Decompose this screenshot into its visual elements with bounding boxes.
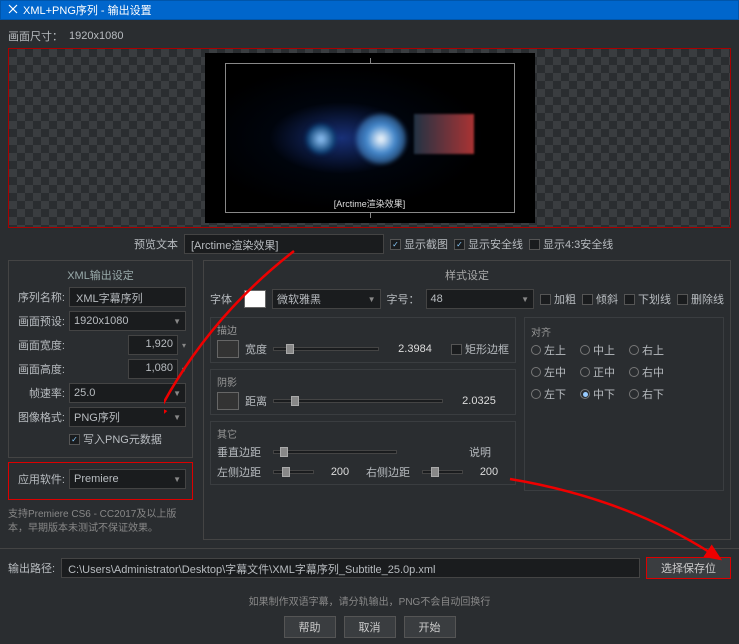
xml-settings-title: XML输出设定 (15, 267, 186, 283)
choose-save-button[interactable]: 选择保存位 (646, 557, 731, 579)
stroke-color-swatch[interactable] (217, 340, 239, 358)
font-size-select[interactable]: 48▼ (426, 289, 535, 309)
app-icon (7, 3, 19, 18)
strike-checkbox[interactable]: 删除线 (677, 291, 724, 307)
font-label: 字体 (210, 291, 238, 307)
fps-select[interactable]: 25.0▼ (69, 383, 186, 403)
underline-checkbox[interactable]: 下划线 (624, 291, 671, 307)
preview-text-label: 预览文本 (8, 236, 178, 252)
align-tc-radio[interactable]: 中上 (580, 342, 615, 358)
style-title: 样式设定 (210, 267, 724, 283)
align-tl-radio[interactable]: 左上 (531, 342, 566, 358)
write-png-meta-checkbox[interactable]: ✓写入PNG元数据 (69, 431, 162, 447)
shadow-color-swatch[interactable] (217, 392, 239, 410)
align-mc-radio[interactable]: 正中 (580, 364, 615, 380)
rect-border-checkbox[interactable]: 矩形边框 (451, 341, 509, 357)
dimensions-label: 画面尺寸： (8, 28, 63, 44)
app-help-text: 支持Premiere CS6 - CC2017及以上版本，早期版本未测试不保证效… (8, 504, 193, 540)
footer-note: 如果制作双语字幕，请分轨输出，PNG不会自动回换行 (0, 587, 739, 614)
window-title: XML+PNG序列 - 输出设置 (23, 2, 152, 18)
align-fieldset: 对齐 左上 中上 右上 左中 正中 右中 左下 中下 右下 (524, 317, 724, 491)
preview-area: [Arctime渲染效果] (8, 48, 731, 228)
align-bc-radio[interactable]: 中下 (580, 386, 615, 402)
preview-frame: [Arctime渲染效果] (205, 53, 535, 223)
show-43-checkbox[interactable]: 显示4:3安全线 (529, 236, 613, 252)
height-input[interactable]: 1,080 (128, 359, 178, 379)
font-color-swatch[interactable] (244, 290, 266, 308)
align-mr-radio[interactable]: 右中 (629, 364, 664, 380)
align-br-radio[interactable]: 右下 (629, 386, 664, 402)
output-path-input[interactable]: C:\Users\Administrator\Desktop\字幕文件\XML字… (61, 558, 640, 578)
help-button[interactable]: 帮助 (284, 616, 336, 638)
chevron-down-icon: ▼ (368, 295, 376, 304)
bold-checkbox[interactable]: 加粗 (540, 291, 576, 307)
output-path-label: 输出路径: (8, 560, 55, 576)
style-panel: 样式设定 字体 微软雅黑▼ 字号： 48▼ 加粗 倾斜 下划线 删除线 描边 (203, 260, 731, 540)
cancel-button[interactable]: 取消 (344, 616, 396, 638)
shadow-fieldset: 阴影 距离 2.0325 (210, 369, 516, 415)
app-select[interactable]: Premiere▼ (69, 469, 186, 489)
vmargin-slider[interactable] (273, 450, 397, 454)
stroke-fieldset: 描边 宽度 2.3984 矩形边框 (210, 317, 516, 363)
chevron-down-icon: ▼ (173, 389, 181, 398)
preview-caption: [Arctime渲染效果] (334, 197, 406, 210)
shadow-distance-slider[interactable] (273, 399, 443, 403)
lmargin-slider[interactable] (273, 470, 314, 474)
show-safe-checkbox[interactable]: ✓显示安全线 (454, 236, 523, 252)
preset-select[interactable]: 1920x1080▼ (69, 311, 186, 331)
shadow-distance-value: 2.0325 (449, 395, 509, 407)
align-ml-radio[interactable]: 左中 (531, 364, 566, 380)
dimensions-value: 1920x1080 (69, 30, 123, 42)
rmargin-slider[interactable] (422, 470, 463, 474)
align-bl-radio[interactable]: 左下 (531, 386, 566, 402)
xml-settings-fieldset: XML输出设定 序列名称:XML字幕序列 画面预设:1920x1080▼ 画面宽… (8, 260, 193, 458)
font-select[interactable]: 微软雅黑▼ (272, 289, 381, 309)
titlebar: XML+PNG序列 - 输出设置 (0, 0, 739, 20)
stroke-width-value: 2.3984 (385, 343, 445, 355)
start-button[interactable]: 开始 (404, 616, 456, 638)
preview-safe-frame: [Arctime渲染效果] (225, 63, 515, 213)
stroke-width-slider[interactable] (273, 347, 379, 351)
show-crop-checkbox[interactable]: ✓显示截图 (390, 236, 448, 252)
italic-checkbox[interactable]: 倾斜 (582, 291, 618, 307)
app-settings-fieldset: 应用软件:Premiere▼ (8, 462, 193, 500)
img-format-select[interactable]: PNG序列▼ (69, 407, 186, 427)
chevron-down-icon: ▼ (173, 413, 181, 422)
chevron-down-icon: ▼ (173, 317, 181, 326)
rmargin-value: 200 (469, 466, 509, 478)
font-size-label: 字号： (387, 291, 420, 307)
lmargin-value: 200 (320, 466, 360, 478)
align-tr-radio[interactable]: 右上 (629, 342, 664, 358)
other-fieldset: 其它 垂直边距 说明 左侧边距 200 右侧边距 (210, 421, 516, 485)
preview-text-input[interactable]: [Arctime渲染效果] (184, 234, 384, 254)
sequence-name-input[interactable]: XML字幕序列 (69, 287, 186, 307)
chevron-down-icon: ▼ (173, 475, 181, 484)
width-input[interactable]: 1,920 (128, 335, 178, 355)
